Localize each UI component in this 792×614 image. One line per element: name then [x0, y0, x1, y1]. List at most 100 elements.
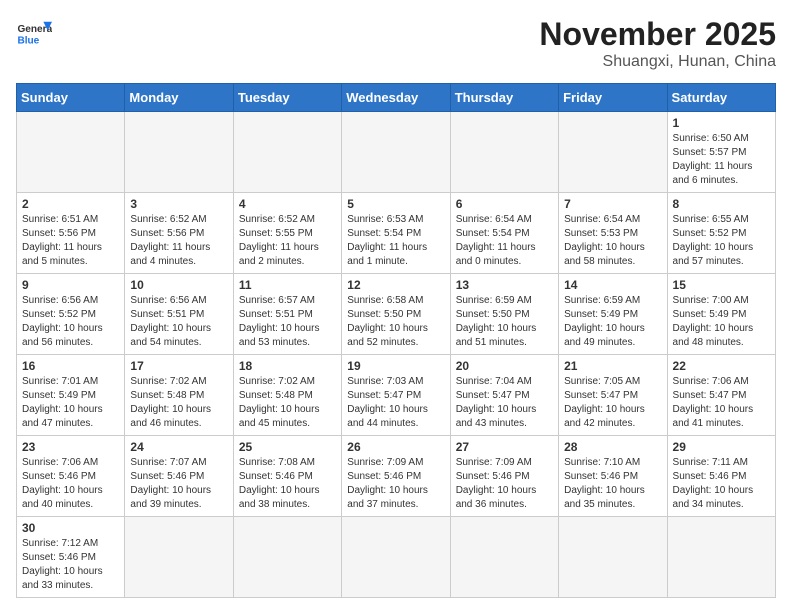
calendar-cell: 19 Sunrise: 7:03 AM Sunset: 5:47 PM Dayli… [342, 355, 450, 436]
day-info: Sunrise: 6:54 AM Sunset: 5:53 PM Dayligh… [564, 213, 661, 269]
calendar-cell [450, 517, 558, 598]
day-info: Sunrise: 7:09 AM Sunset: 5:46 PM Dayligh… [347, 456, 444, 512]
calendar-cell: 1Sunrise: 6:50 AM Sunset: 5:57 PM Daylig… [667, 112, 775, 193]
day-number: 27 [456, 440, 553, 454]
logo-icon: General Blue [16, 16, 52, 52]
day-info: Sunrise: 7:08 AM Sunset: 5:46 PM Dayligh… [239, 456, 336, 512]
day-info: Sunrise: 6:52 AM Sunset: 5:56 PM Dayligh… [130, 213, 227, 269]
day-number: 24 [130, 440, 227, 454]
day-info: Sunrise: 7:03 AM Sunset: 5:47 PM Dayligh… [347, 375, 444, 431]
day-number: 1 [673, 116, 770, 130]
calendar-cell: 17Sunrise: 7:02 AM Sunset: 5:48 PM Dayli… [125, 355, 233, 436]
day-number: 8 [673, 197, 770, 211]
day-info: Sunrise: 7:11 AM Sunset: 5:46 PM Dayligh… [673, 456, 770, 512]
calendar-cell: 4 Sunrise: 6:52 AM Sunset: 5:55 PM Daylig… [233, 193, 341, 274]
calendar-cell: 21 Sunrise: 7:05 AM Sunset: 5:47 PM Dayli… [559, 355, 667, 436]
day-number: 19 [347, 359, 444, 373]
calendar-cell: 3 Sunrise: 6:52 AM Sunset: 5:56 PM Daylig… [125, 193, 233, 274]
day-info: Sunrise: 6:56 AM Sunset: 5:52 PM Dayligh… [22, 294, 119, 350]
page-header: General Blue November 2025 Shuangxi, Hun… [16, 16, 776, 71]
calendar-cell [559, 112, 667, 193]
day-number: 2 [22, 197, 119, 211]
month-title: November 2025 [539, 16, 776, 53]
weekday-header-wednesday: Wednesday [342, 84, 450, 112]
day-number: 30 [22, 521, 119, 535]
day-info: Sunrise: 6:59 AM Sunset: 5:50 PM Dayligh… [456, 294, 553, 350]
calendar-week-2: 2Sunrise: 6:51 AM Sunset: 5:56 PM Daylig… [17, 193, 776, 274]
day-info: Sunrise: 7:05 AM Sunset: 5:47 PM Dayligh… [564, 375, 661, 431]
day-info: Sunrise: 7:09 AM Sunset: 5:46 PM Dayligh… [456, 456, 553, 512]
calendar-cell: 6Sunrise: 6:54 AM Sunset: 5:54 PM Daylig… [450, 193, 558, 274]
title-block: November 2025 Shuangxi, Hunan, China [539, 16, 776, 71]
calendar-week-4: 16Sunrise: 7:01 AM Sunset: 5:49 PM Dayli… [17, 355, 776, 436]
calendar-cell: 20 Sunrise: 7:04 AM Sunset: 5:47 PM Dayli… [450, 355, 558, 436]
day-number: 12 [347, 278, 444, 292]
calendar-cell: 2Sunrise: 6:51 AM Sunset: 5:56 PM Daylig… [17, 193, 125, 274]
calendar-week-1: 1Sunrise: 6:50 AM Sunset: 5:57 PM Daylig… [17, 112, 776, 193]
day-info: Sunrise: 7:02 AM Sunset: 5:48 PM Dayligh… [239, 375, 336, 431]
calendar-cell: 27 Sunrise: 7:09 AM Sunset: 5:46 PM Dayli… [450, 436, 558, 517]
calendar-cell: 15 Sunrise: 7:00 AM Sunset: 5:49 PM Dayli… [667, 274, 775, 355]
day-info: Sunrise: 7:10 AM Sunset: 5:46 PM Dayligh… [564, 456, 661, 512]
calendar-week-5: 23Sunrise: 7:06 AM Sunset: 5:46 PM Dayli… [17, 436, 776, 517]
location-title: Shuangxi, Hunan, China [539, 53, 776, 71]
calendar-cell [17, 112, 125, 193]
calendar-cell: 11 Sunrise: 6:57 AM Sunset: 5:51 PM Dayli… [233, 274, 341, 355]
calendar-cell [125, 112, 233, 193]
day-info: Sunrise: 6:59 AM Sunset: 5:49 PM Dayligh… [564, 294, 661, 350]
day-number: 11 [239, 278, 336, 292]
day-number: 14 [564, 278, 661, 292]
calendar-cell: 18Sunrise: 7:02 AM Sunset: 5:48 PM Dayli… [233, 355, 341, 436]
day-info: Sunrise: 7:07 AM Sunset: 5:46 PM Dayligh… [130, 456, 227, 512]
day-number: 15 [673, 278, 770, 292]
day-number: 22 [673, 359, 770, 373]
calendar-cell: 13 Sunrise: 6:59 AM Sunset: 5:50 PM Dayli… [450, 274, 558, 355]
calendar-table: SundayMondayTuesdayWednesdayThursdayFrid… [16, 83, 776, 598]
day-info: Sunrise: 6:56 AM Sunset: 5:51 PM Dayligh… [130, 294, 227, 350]
day-info: Sunrise: 6:53 AM Sunset: 5:54 PM Dayligh… [347, 213, 444, 269]
day-number: 4 [239, 197, 336, 211]
day-number: 21 [564, 359, 661, 373]
day-number: 17 [130, 359, 227, 373]
calendar-cell: 23Sunrise: 7:06 AM Sunset: 5:46 PM Dayli… [17, 436, 125, 517]
calendar-cell: 10 Sunrise: 6:56 AM Sunset: 5:51 PM Dayli… [125, 274, 233, 355]
day-number: 23 [22, 440, 119, 454]
day-number: 10 [130, 278, 227, 292]
calendar-header-row: SundayMondayTuesdayWednesdayThursdayFrid… [17, 84, 776, 112]
calendar-cell: 24 Sunrise: 7:07 AM Sunset: 5:46 PM Dayli… [125, 436, 233, 517]
day-info: Sunrise: 7:04 AM Sunset: 5:47 PM Dayligh… [456, 375, 553, 431]
day-number: 26 [347, 440, 444, 454]
day-info: Sunrise: 7:00 AM Sunset: 5:49 PM Dayligh… [673, 294, 770, 350]
day-number: 3 [130, 197, 227, 211]
calendar-cell: 14 Sunrise: 6:59 AM Sunset: 5:49 PM Dayli… [559, 274, 667, 355]
calendar-cell [342, 517, 450, 598]
day-number: 29 [673, 440, 770, 454]
calendar-cell: 25Sunrise: 7:08 AM Sunset: 5:46 PM Dayli… [233, 436, 341, 517]
weekday-header-saturday: Saturday [667, 84, 775, 112]
day-number: 9 [22, 278, 119, 292]
day-number: 20 [456, 359, 553, 373]
calendar-cell [342, 112, 450, 193]
day-number: 28 [564, 440, 661, 454]
calendar-cell [450, 112, 558, 193]
day-number: 7 [564, 197, 661, 211]
day-info: Sunrise: 7:01 AM Sunset: 5:49 PM Dayligh… [22, 375, 119, 431]
calendar-cell [125, 517, 233, 598]
calendar-cell [559, 517, 667, 598]
calendar-cell [233, 517, 341, 598]
calendar-cell: 22Sunrise: 7:06 AM Sunset: 5:47 PM Dayli… [667, 355, 775, 436]
day-number: 6 [456, 197, 553, 211]
calendar-cell: 8 Sunrise: 6:55 AM Sunset: 5:52 PM Daylig… [667, 193, 775, 274]
calendar-cell: 5Sunrise: 6:53 AM Sunset: 5:54 PM Daylig… [342, 193, 450, 274]
calendar-cell: 30 Sunrise: 7:12 AM Sunset: 5:46 PM Dayli… [17, 517, 125, 598]
day-info: Sunrise: 6:55 AM Sunset: 5:52 PM Dayligh… [673, 213, 770, 269]
day-info: Sunrise: 7:12 AM Sunset: 5:46 PM Dayligh… [22, 537, 119, 593]
weekday-header-friday: Friday [559, 84, 667, 112]
day-info: Sunrise: 6:52 AM Sunset: 5:55 PM Dayligh… [239, 213, 336, 269]
calendar-cell: 9 Sunrise: 6:56 AM Sunset: 5:52 PM Daylig… [17, 274, 125, 355]
logo: General Blue [16, 16, 52, 52]
calendar-cell: 26 Sunrise: 7:09 AM Sunset: 5:46 PM Dayli… [342, 436, 450, 517]
day-info: Sunrise: 6:57 AM Sunset: 5:51 PM Dayligh… [239, 294, 336, 350]
calendar-cell: 29 Sunrise: 7:11 AM Sunset: 5:46 PM Dayli… [667, 436, 775, 517]
day-number: 13 [456, 278, 553, 292]
